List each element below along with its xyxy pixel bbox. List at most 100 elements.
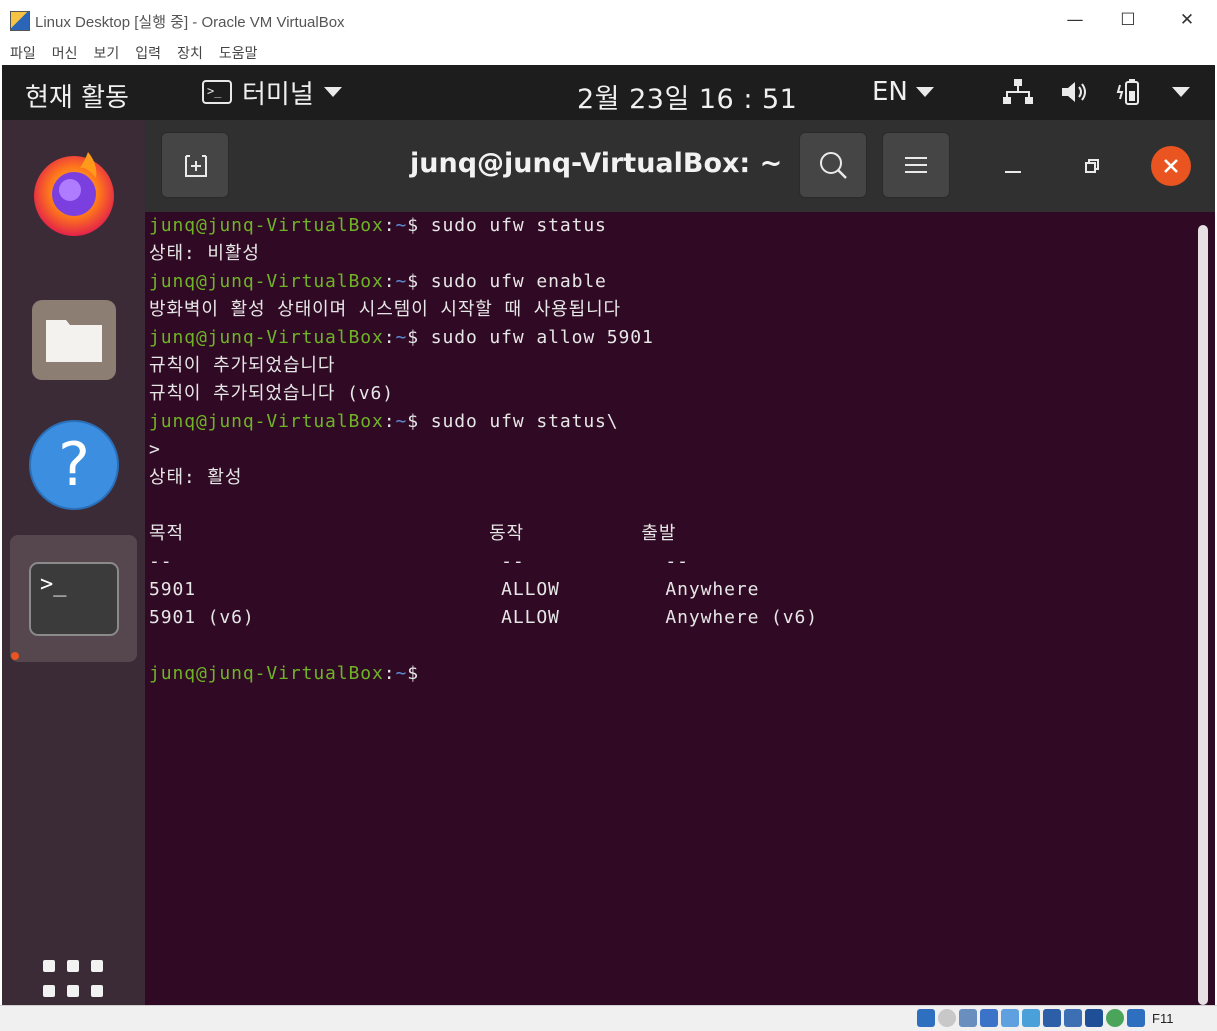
recording-icon[interactable] xyxy=(1064,1009,1082,1027)
gnome-top-bar: 현재 활동 >_ 터미널 2월 23일 16 : 51 EN xyxy=(2,65,1215,120)
files-icon xyxy=(31,299,116,380)
terminal-line: junq@junq-VirtualBox:~$ sudo ufw allow 5… xyxy=(149,324,654,352)
prompt-path: ~ xyxy=(395,271,408,292)
table-row: 5901 ALLOW Anywhere xyxy=(149,579,760,600)
maximize-button[interactable]: ☐ xyxy=(1099,0,1157,40)
prompt-path: ~ xyxy=(395,327,408,348)
dock: ? >_ xyxy=(2,120,145,1005)
shared-folders-icon[interactable] xyxy=(1022,1009,1040,1027)
network-icon xyxy=(1003,79,1033,104)
menu-view[interactable]: 보기 xyxy=(94,43,120,63)
new-tab-button[interactable] xyxy=(161,132,229,198)
terminal-scrollbar[interactable] xyxy=(1198,225,1208,1005)
table-header: 목적 동작 출발 xyxy=(149,523,677,544)
terminal-line: junq@junq-VirtualBox:~$ sudo ufw enable xyxy=(149,268,607,296)
prompt-user: junq@junq-VirtualBox xyxy=(149,215,384,236)
optical-drive-icon[interactable] xyxy=(938,1009,956,1027)
show-apps-icon[interactable] xyxy=(43,960,105,1005)
close-icon xyxy=(1164,159,1178,173)
battery-icon xyxy=(1116,79,1139,105)
prompt-user: junq@junq-VirtualBox xyxy=(149,327,384,348)
network-adapter-icon[interactable] xyxy=(980,1009,998,1027)
search-icon xyxy=(820,152,847,179)
terminal-close-button[interactable] xyxy=(1151,146,1191,186)
vm-display[interactable]: 현재 활동 >_ 터미널 2월 23일 16 : 51 EN ? >_ junq… xyxy=(2,65,1215,1005)
menu-button[interactable] xyxy=(882,132,950,198)
prompt-sep: : xyxy=(383,663,396,684)
app-menu[interactable]: >_ 터미널 xyxy=(202,75,342,110)
table-row: 5901 (v6) ALLOW Anywhere (v6) xyxy=(149,607,819,628)
table-divider: -- -- -- xyxy=(149,551,689,572)
input-language-label: EN xyxy=(872,77,908,107)
terminal-app-icon: >_ xyxy=(202,80,232,104)
terminal-minimize-button[interactable] xyxy=(993,146,1033,186)
menu-help[interactable]: 도움말 xyxy=(219,43,258,63)
firefox-icon xyxy=(33,151,114,236)
command-text: sudo ufw status xyxy=(430,215,607,236)
dock-firefox[interactable] xyxy=(10,128,137,255)
terminal-line: 방화벽이 활성 상태이며 시스템이 시작할 때 사용됩니다 xyxy=(149,299,621,320)
prompt-symbol: $ xyxy=(407,327,431,348)
activities-button[interactable]: 현재 활동 xyxy=(25,77,129,114)
terminal-line: 상태: 활성 xyxy=(149,467,243,488)
terminal-line: junq@junq-VirtualBox:~$ sudo ufw status xyxy=(149,212,607,240)
menu-bar: 파일 머신 보기 입력 장치 도움말 xyxy=(0,40,1217,65)
chevron-down-icon xyxy=(1172,87,1190,97)
volume-icon xyxy=(1062,82,1086,102)
terminal-output[interactable]: junq@junq-VirtualBox:~$ sudo ufw status … xyxy=(145,212,1195,1005)
menu-file[interactable]: 파일 xyxy=(10,43,36,63)
virtualbox-app-icon xyxy=(10,11,30,31)
audio-icon[interactable] xyxy=(959,1009,977,1027)
command-text: sudo ufw allow 5901 xyxy=(430,327,654,348)
prompt-symbol: $ xyxy=(407,411,431,432)
prompt-path: ~ xyxy=(395,215,408,236)
minimize-icon xyxy=(1005,171,1021,173)
terminal-restore-button[interactable] xyxy=(1072,146,1112,186)
usb-icon[interactable] xyxy=(1001,1009,1019,1027)
terminal-line: junq@junq-VirtualBox:~$ xyxy=(149,660,431,688)
dock-terminal[interactable]: >_ xyxy=(10,535,137,662)
prompt-user: junq@junq-VirtualBox xyxy=(149,663,384,684)
search-button[interactable] xyxy=(799,132,867,198)
prompt-symbol: $ xyxy=(407,215,431,236)
new-tab-icon xyxy=(185,155,207,177)
terminal-line: 규칙이 추가되었습니다 xyxy=(149,355,336,376)
terminal-line: > xyxy=(149,439,161,460)
vt-x-icon xyxy=(1085,1009,1103,1027)
mouse-integration-icon[interactable] xyxy=(1106,1009,1124,1027)
input-language-menu[interactable]: EN xyxy=(872,77,934,107)
prompt-user: junq@junq-VirtualBox xyxy=(149,271,384,292)
help-icon: ? xyxy=(28,419,119,510)
clock[interactable]: 2월 23일 16 : 51 xyxy=(577,77,797,116)
close-button[interactable]: ✕ xyxy=(1158,0,1216,40)
prompt-sep: : xyxy=(383,215,396,236)
dock-files[interactable] xyxy=(10,276,137,403)
running-indicator xyxy=(11,652,19,660)
chevron-down-icon xyxy=(323,87,342,97)
menu-input[interactable]: 입력 xyxy=(135,43,161,63)
display-icon[interactable] xyxy=(1043,1009,1061,1027)
prompt-sep: : xyxy=(383,271,396,292)
system-menu[interactable] xyxy=(1002,77,1190,107)
app-menu-label: 터미널 xyxy=(242,79,314,110)
chevron-down-icon xyxy=(915,87,934,97)
terminal-icon: >_ xyxy=(28,561,119,636)
menu-machine[interactable]: 머신 xyxy=(52,43,78,63)
prompt-symbol: $ xyxy=(407,271,431,292)
host-key-label: F11 xyxy=(1152,1010,1174,1026)
svg-text:>_: >_ xyxy=(40,572,67,597)
hard-disk-icon[interactable] xyxy=(917,1009,935,1027)
terminal-window: junq@junq-VirtualBox: ~ junq@junq-Virtua… xyxy=(145,120,1215,1005)
terminal-line: 규칙이 추가되었습니다 (v6) xyxy=(149,383,395,404)
minimize-button[interactable]: — xyxy=(1046,0,1104,40)
keyboard-capture-icon[interactable] xyxy=(1127,1009,1145,1027)
prompt-symbol: $ xyxy=(407,663,431,684)
terminal-title: junq@junq-VirtualBox: ~ xyxy=(410,148,783,179)
terminal-line: junq@junq-VirtualBox:~$ sudo ufw status\ xyxy=(149,408,619,436)
menu-devices[interactable]: 장치 xyxy=(177,43,203,63)
prompt-sep: : xyxy=(383,327,396,348)
prompt-path: ~ xyxy=(395,411,408,432)
prompt-path: ~ xyxy=(395,663,408,684)
hamburger-icon xyxy=(905,157,927,173)
dock-help[interactable]: ? xyxy=(10,401,137,528)
